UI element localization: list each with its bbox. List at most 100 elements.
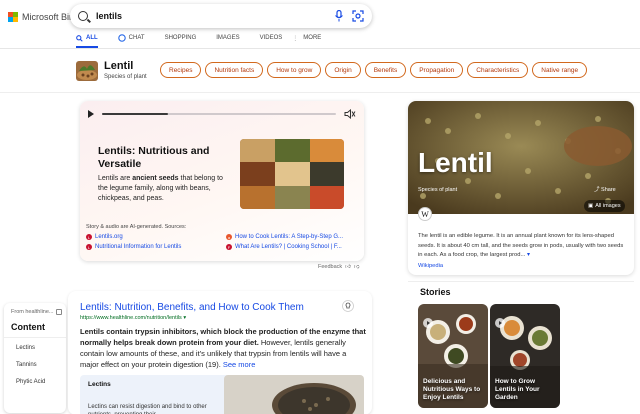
- more-separator-icon: ⋮: [292, 35, 299, 42]
- entity-thumbnail[interactable]: [76, 61, 98, 81]
- play-icon[interactable]: [88, 110, 94, 118]
- tab-images-label: IMAGES: [216, 35, 240, 41]
- pill-benefits[interactable]: Benefits: [364, 62, 407, 78]
- pill-propagation[interactable]: Propagation: [410, 62, 464, 78]
- source-link-label: Nutritional Information for Lentils: [95, 244, 182, 250]
- copilot-icon: [117, 34, 126, 42]
- thumbs-down-icon[interactable]: 👎︎: [354, 264, 360, 270]
- story-title: Delicious and Nutritious Ways to Enjoy L…: [423, 378, 481, 401]
- source-link-label: Lentils.org: [95, 234, 123, 240]
- story-title: Lentils: Nutritious and Versatile: [98, 145, 210, 170]
- story-card[interactable]: Delicious and Nutritious Ways to Enjoy L…: [418, 304, 488, 408]
- source-link[interactable]: a How to Cook Lentils: A Step-by-Step G..…: [226, 234, 343, 240]
- see-more-link[interactable]: See more: [223, 360, 256, 369]
- all-images-button[interactable]: ▣ All images: [584, 200, 625, 212]
- ai-audio-story-card: Lentils: Nutritious and Versatile Lentil…: [80, 101, 364, 261]
- pill-native-range[interactable]: Native range: [532, 62, 588, 78]
- feedback-bar: Feedback 👍︎ 👎︎: [318, 264, 360, 270]
- tab-videos[interactable]: VIDEOS: [260, 35, 283, 47]
- thumbs-up-icon[interactable]: 👍︎: [345, 264, 351, 270]
- result-url[interactable]: https://www.healthline.com/nutrition/len…: [80, 315, 186, 321]
- tab-more[interactable]: ⋮ MORE: [292, 35, 321, 48]
- tab-chat-label: CHAT: [128, 35, 145, 41]
- source-favicon-icon: F: [226, 244, 232, 250]
- audio-progress-fill: [102, 113, 168, 115]
- header-divider: [0, 48, 640, 49]
- toc-item[interactable]: Phytic Acid: [16, 379, 45, 385]
- result-image[interactable]: [224, 375, 364, 414]
- stories-heading: Stories: [420, 287, 451, 297]
- result-title-link[interactable]: Lentils: Nutrition, Benefits, and How to…: [80, 302, 304, 313]
- story-card[interactable]: How to Grow Lentils in Your Garden: [490, 304, 560, 408]
- speaker-icon[interactable]: [344, 109, 356, 119]
- wikipedia-icon[interactable]: W: [418, 207, 432, 221]
- subsection-title: Lectins: [88, 381, 111, 388]
- entity-pill-bar: Recipes Nutrition facts How to grow Orig…: [160, 62, 588, 78]
- result-subsection[interactable]: Lectins Lectins can resist digestion and…: [80, 375, 230, 414]
- kp-description-text: The lentil is an edible legume. It is an…: [418, 233, 624, 258]
- result-url-text: https://www.healthline.com/nutrition/len…: [80, 315, 182, 321]
- search-result: Lentils: Nutrition, Benefits, and How to…: [68, 291, 372, 414]
- source-link[interactable]: F What Are Lentils? | Cooking School | F.…: [226, 244, 342, 250]
- table-of-contents: From healthline... Content Lectins Tanni…: [4, 303, 66, 413]
- story-body-pre: Lentils are: [98, 175, 133, 182]
- source-favicon-icon: L: [86, 244, 92, 250]
- search-nav: ALL CHAT SHOPPING IMAGES VIDEOS ⋮ MORE: [76, 34, 341, 48]
- visual-search-icon[interactable]: [352, 10, 364, 22]
- expand-chevron-icon[interactable]: ▾: [527, 252, 530, 258]
- share-button[interactable]: ⤴ Share: [594, 185, 616, 193]
- pill-how-to-grow[interactable]: How to grow: [267, 62, 322, 78]
- tab-shopping[interactable]: SHOPPING: [165, 35, 197, 47]
- tab-all[interactable]: ALL: [76, 34, 98, 48]
- chevron-down-icon[interactable]: ▾: [183, 315, 186, 321]
- result-snippet: Lentils contain trypsin inhibitors, whic…: [80, 326, 366, 370]
- story-body-bold: ancient seeds: [132, 175, 179, 182]
- toc-item[interactable]: Lectins: [16, 345, 35, 351]
- share-icon: ⤴: [594, 187, 602, 193]
- entity-subtitle: Species of plant: [104, 74, 147, 80]
- kp-description: The lentil is an edible legume. It is an…: [418, 232, 626, 261]
- source-link-label: How to Cook Lentils: A Step-by-Step G...: [235, 234, 344, 240]
- search-box[interactable]: [70, 4, 372, 28]
- search-icon[interactable]: [78, 11, 88, 21]
- play-icon: [423, 318, 433, 328]
- lightbulb-icon[interactable]: [342, 300, 354, 312]
- source-link[interactable]: L Nutritional Information for Lentils: [86, 244, 181, 250]
- story-title: How to Grow Lentils in Your Garden: [495, 378, 540, 401]
- external-link-icon[interactable]: [56, 309, 62, 315]
- tab-all-label: ALL: [86, 35, 98, 41]
- pill-characteristics[interactable]: Characteristics: [467, 62, 529, 78]
- kp-title: Lentil: [418, 147, 493, 178]
- pill-origin[interactable]: Origin: [325, 62, 361, 78]
- kp-subtitle: Species of plant: [418, 187, 458, 193]
- tab-chat[interactable]: CHAT: [117, 34, 145, 48]
- source-favicon-icon: a: [226, 234, 232, 240]
- microphone-icon[interactable]: [334, 10, 344, 22]
- toc-divider: [4, 337, 66, 338]
- search-input[interactable]: [96, 11, 334, 21]
- sources-label: Story & audio are AI-generated. Sources:: [86, 224, 187, 230]
- feedback-label[interactable]: Feedback: [318, 264, 342, 270]
- pill-nutrition-facts[interactable]: Nutrition facts: [205, 62, 264, 78]
- toc-title: Content: [11, 322, 45, 332]
- pill-recipes[interactable]: Recipes: [160, 62, 202, 78]
- source-link-label: What Are Lentils? | Cooking School | F..…: [235, 244, 342, 250]
- stories-divider: [408, 281, 634, 282]
- subsection-text: Lectins can resist digestion and bind to…: [88, 404, 207, 414]
- images-icon: ▣: [588, 203, 594, 209]
- tab-shopping-label: SHOPPING: [164, 35, 197, 41]
- source-link[interactable]: L Lentils.org: [86, 234, 123, 240]
- play-icon: [495, 318, 505, 328]
- audio-progress-bar[interactable]: [102, 113, 336, 115]
- tab-images[interactable]: IMAGES: [216, 35, 239, 47]
- microsoft-logo-icon: [8, 12, 18, 22]
- entity-title: Lentil: [104, 60, 134, 72]
- search-icon: [76, 34, 83, 42]
- bing-logo[interactable]: Microsoft Bing: [8, 12, 79, 22]
- source-favicon-icon: L: [86, 234, 92, 240]
- knowledge-panel: Lentil Species of plant ⤴ Share ▣ All ima…: [408, 101, 634, 275]
- kp-source-link[interactable]: Wikipedia: [418, 263, 443, 269]
- lentil-varieties-image: [240, 139, 344, 209]
- share-label: Share: [601, 187, 616, 193]
- toc-item[interactable]: Tannins: [16, 362, 37, 368]
